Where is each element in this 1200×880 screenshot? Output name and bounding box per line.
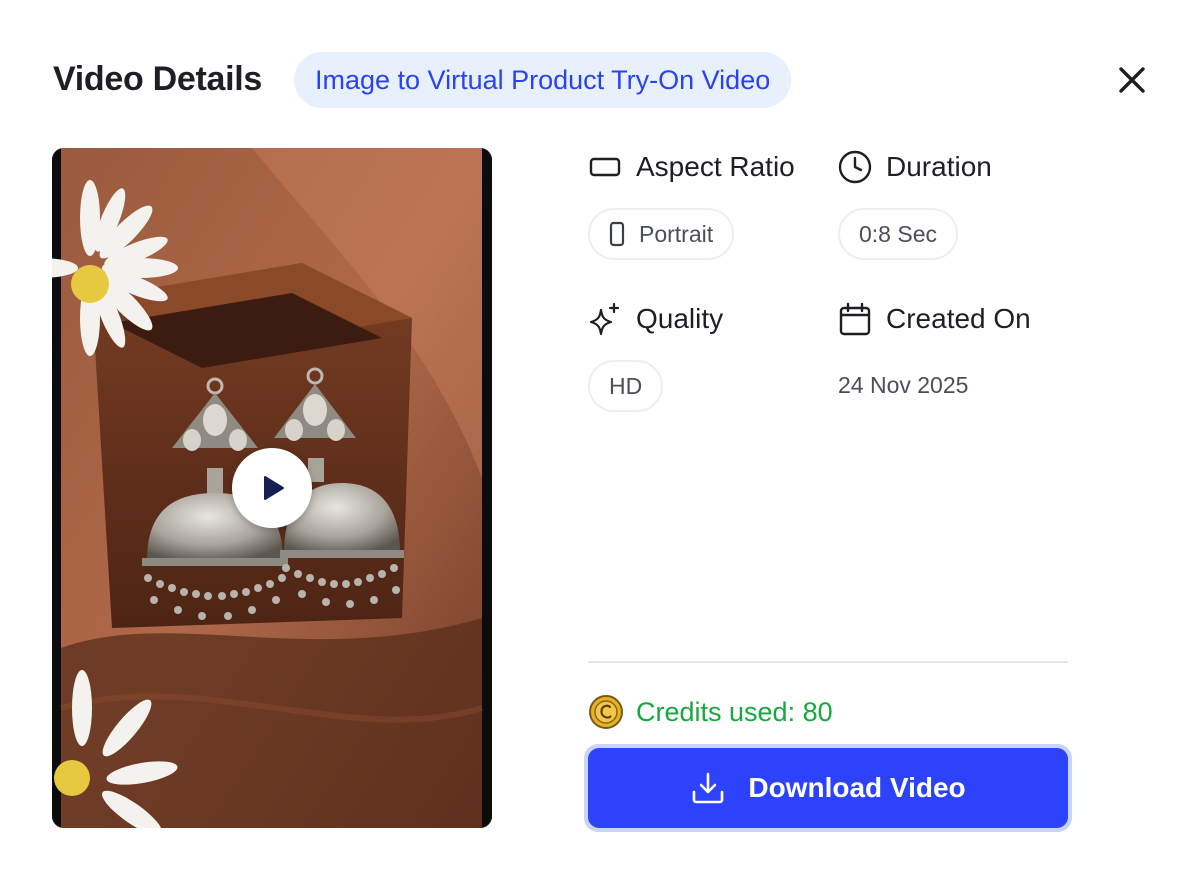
calendar-icon	[838, 302, 872, 336]
close-button[interactable]	[1112, 60, 1152, 100]
aspect-ratio-heading: Aspect Ratio	[588, 150, 795, 184]
credits-label: Credits used: 80	[636, 696, 833, 727]
duration-value-chip: 0:8 Sec	[838, 208, 958, 260]
video-type-badge: Image to Virtual Product Try-On Video	[294, 52, 792, 108]
duration-label: Duration	[886, 151, 992, 182]
clock-icon	[838, 150, 872, 184]
created-on-value: 24 Nov 2025	[838, 372, 969, 398]
divider	[588, 661, 1068, 663]
duration-value: 0:8 Sec	[859, 220, 937, 247]
video-preview[interactable]	[52, 148, 492, 828]
created-on-heading: Created On	[838, 302, 1031, 336]
close-icon	[1119, 67, 1145, 93]
credits-used: Credits used: 80	[588, 694, 833, 730]
play-button[interactable]	[232, 448, 312, 528]
download-icon	[693, 772, 724, 804]
aspect-ratio-value-chip: Portrait	[588, 208, 735, 260]
download-video-button[interactable]: Download Video	[584, 744, 1072, 832]
quality-value-chip: HD	[588, 360, 664, 412]
coin-icon	[589, 695, 623, 729]
quality-heading: Quality	[588, 302, 723, 336]
modal-title: Video Details	[53, 60, 262, 98]
download-label: Download Video	[748, 772, 966, 803]
aspect-ratio-value: Portrait	[639, 220, 714, 247]
quality-label: Quality	[636, 303, 724, 334]
quality-value: HD	[609, 372, 643, 399]
phone-portrait-icon	[609, 221, 625, 247]
sparkles-icon	[588, 302, 622, 336]
aspect-ratio-label: Aspect Ratio	[636, 151, 795, 182]
created-on-label: Created On	[886, 303, 1031, 334]
rectangle-icon	[588, 150, 622, 184]
play-icon	[264, 476, 284, 500]
duration-heading: Duration	[838, 150, 992, 184]
